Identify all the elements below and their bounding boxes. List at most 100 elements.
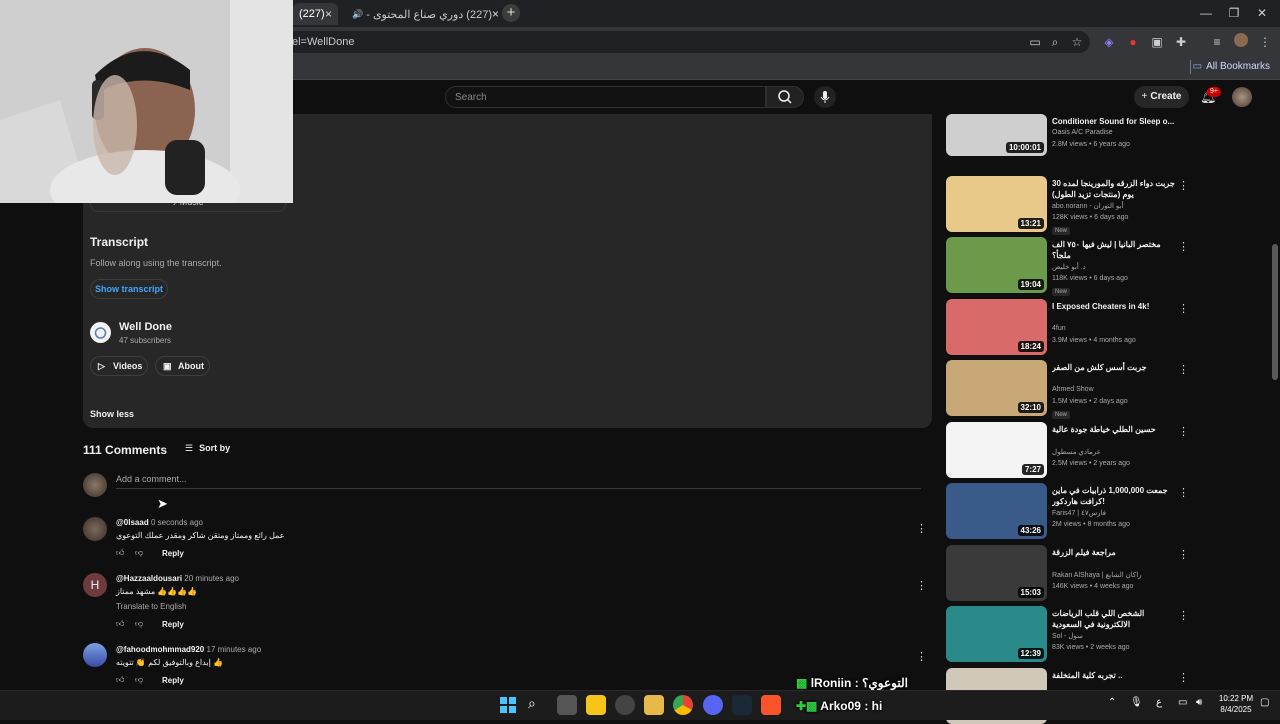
translate-link[interactable]: Translate to English [116,602,186,611]
network-icon[interactable]: ▭ [1178,697,1187,708]
taskbar-search-icon[interactable]: ⌕ [528,695,548,715]
video-thumbnail[interactable]: 43:26 [946,483,1047,539]
notification-center-icon[interactable]: ▢ [1260,697,1269,708]
profile-avatar-icon[interactable] [1232,33,1250,51]
close-tab-icon[interactable]: × [325,7,332,21]
extension-shield-icon[interactable]: ◈ [1100,33,1118,51]
comment-author[interactable]: @0lsaad 0 seconds ago [116,518,203,527]
page-scrollbar[interactable] [1271,114,1279,690]
minimize-icon[interactable]: — [1196,4,1216,22]
scrollbar-thumb[interactable] [1272,244,1278,380]
video-channel[interactable]: Rakan AlShaya | راكان الشايع [1052,571,1142,579]
video-more-icon[interactable]: ⋮ [1178,671,1189,684]
new-tab-button[interactable]: + [502,4,520,22]
widgets-app-icon[interactable] [586,695,606,715]
browser-tab[interactable]: 🔊 (227) دوري صناع المحتوى - × [342,3,498,25]
like-icon[interactable]: 👍︎ [116,619,124,629]
zoom-icon[interactable]: ⌕ [1046,33,1064,51]
like-icon[interactable]: 👍︎ [116,548,124,558]
channel-about-button[interactable]: ▣ About [155,356,210,376]
comment-more-icon[interactable]: ⋮ [916,579,927,592]
video-more-icon[interactable]: ⋮ [1178,363,1189,376]
video-more-icon[interactable]: ⋮ [1178,609,1189,622]
reply-button[interactable]: Reply [162,620,184,629]
tray-overflow-icon[interactable]: ⌃ [1108,697,1116,708]
close-window-icon[interactable]: ✕ [1252,4,1272,22]
video-more-icon[interactable]: ⋮ [1178,302,1189,315]
video-thumbnail[interactable]: 18:24 [946,299,1047,355]
video-thumbnail[interactable]: 32:10 [946,360,1047,416]
volume-icon[interactable]: 🔊︎ [1196,697,1202,708]
comment-avatar[interactable] [83,517,107,541]
tray-mic-icon[interactable]: 🎙︎ [1130,697,1143,708]
close-tab-icon[interactable]: × [492,7,498,21]
reply-button[interactable]: Reply [162,676,184,685]
video-channel[interactable]: 4fun [1052,325,1066,332]
create-button[interactable]: + Create [1134,86,1189,108]
video-title[interactable]: I Exposed Cheaters in 4k! [1052,301,1177,312]
video-channel[interactable]: عرمادي مسطول [1052,448,1101,456]
video-title[interactable]: جمعت 1,000,000 ذرابيات في ماين كرافت هار… [1052,485,1177,507]
video-channel[interactable]: Sol - سول [1052,632,1083,640]
all-bookmarks-link[interactable]: ▭ All Bookmarks [1193,61,1270,72]
task-view-icon[interactable] [557,695,577,715]
video-title[interactable]: جربت أسس كلش من الصفر [1052,362,1177,373]
dislike-icon[interactable]: 👎︎ [135,619,143,629]
video-channel[interactable]: د. أبو خليص [1052,263,1086,271]
comment-avatar[interactable] [83,643,107,667]
comment-author[interactable]: @fahoodmohmmad920 17 minutes ago [116,645,261,654]
video-thumbnail[interactable]: 19:04 [946,237,1047,293]
video-more-icon[interactable]: ⋮ [1178,486,1189,499]
show-transcript-button[interactable]: Show transcript [90,279,168,299]
comment-avatar[interactable]: H [83,573,107,597]
browser-menu-icon[interactable]: ⋮ [1256,33,1274,51]
video-title[interactable]: مراجعة فيلم الزرقة [1052,547,1177,558]
taskbar-clock[interactable]: 10:22 PM 8/4/2025 [1216,693,1256,715]
video-channel[interactable]: abo.norann - أبو النوران [1052,202,1123,210]
search-button[interactable] [766,86,804,108]
video-more-icon[interactable]: ⋮ [1178,425,1189,438]
video-title[interactable]: حسين الطلي خياطة جودة عالية [1052,424,1177,435]
chrome-app-icon[interactable] [673,695,693,715]
comment-author[interactable]: @Hazzaaldousari 20 minutes ago [116,574,239,583]
video-channel[interactable]: Faris47 | فارس٤٧ [1052,509,1106,517]
video-thumbnail[interactable]: 10:00:01 [946,114,1047,156]
dislike-icon[interactable]: 👎︎ [135,548,143,558]
video-thumbnail[interactable]: 13:21 [946,176,1047,232]
reply-button[interactable]: Reply [162,549,184,558]
obs-app-icon[interactable] [615,695,635,715]
file-explorer-icon[interactable] [644,695,664,715]
video-title[interactable]: الشخص اللي قلب الرياضات الالكترونية في ا… [1052,608,1177,630]
url-bar[interactable]: el=WellDone [284,31,1090,53]
extension-icon[interactable]: ▣ [1148,33,1166,51]
extension-stop-icon[interactable]: ● [1124,33,1142,51]
search-input[interactable]: Search [445,86,766,108]
video-title[interactable]: تجربه كلية المتخلفة .. [1052,670,1177,681]
windows-start-icon[interactable] [499,696,519,716]
video-title[interactable]: Conditioner Sound for Sleep o... [1052,116,1177,127]
video-thumbnail[interactable]: 15:03 [946,545,1047,601]
brave-app-icon[interactable] [761,695,781,715]
video-thumbnail[interactable]: 12:39 [946,606,1047,662]
comment-more-icon[interactable]: ⋮ [916,522,927,535]
video-title[interactable]: مختصر البانيا | ليش فيها ٧٥٠ الف ملجأ؟ [1052,239,1177,261]
video-more-icon[interactable]: ⋮ [1178,179,1189,192]
browser-tab-active[interactable]: (227) × [293,3,338,25]
video-thumbnail[interactable]: 7:27 [946,422,1047,478]
input-language-indicator[interactable]: ع [1156,697,1162,708]
account-avatar[interactable] [1232,87,1252,107]
channel-avatar[interactable] [90,322,111,343]
like-icon[interactable]: 👍︎ [116,675,124,685]
cast-icon[interactable]: ▭ [1026,33,1044,51]
video-more-icon[interactable]: ⋮ [1178,548,1189,561]
puzzle-icon[interactable]: ✚ [1172,33,1190,51]
comment-more-icon[interactable]: ⋮ [916,650,927,663]
sort-by-button[interactable]: ☰ Sort by [185,443,230,454]
video-more-icon[interactable]: ⋮ [1178,240,1189,253]
video-title[interactable]: جربت دواء الزرقه والمورينجا لمده 30 يوم … [1052,178,1177,200]
reading-list-icon[interactable]: ≡ [1208,33,1226,51]
video-channel[interactable]: Oasis A/C Paradise [1052,129,1113,136]
video-channel[interactable]: Ahmed Show [1052,386,1094,393]
channel-videos-button[interactable]: ▷ Videos [90,356,148,376]
steam-app-icon[interactable] [732,695,752,715]
